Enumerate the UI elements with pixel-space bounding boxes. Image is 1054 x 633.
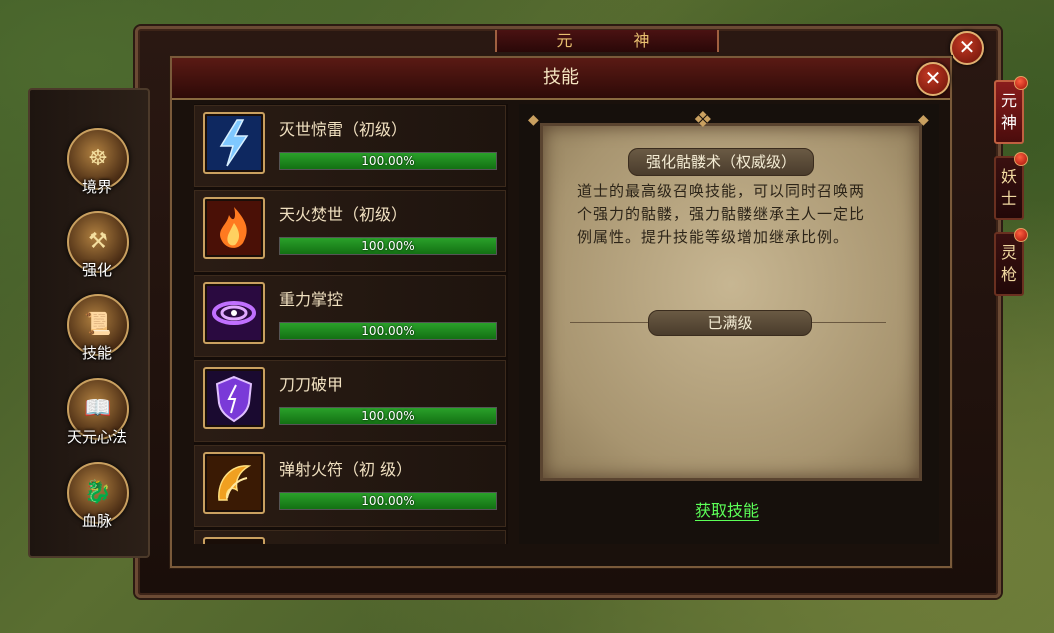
- nav-tab-label: 境界: [81, 178, 112, 196]
- nav-tab-realm[interactable]: ☸ 境界: [55, 122, 139, 204]
- outer-close-button[interactable]: ✕: [950, 31, 984, 65]
- skill-icon-partial: [203, 537, 265, 544]
- skill-item[interactable]: 天火焚世（初级） 100.00%: [194, 190, 506, 272]
- side-tab-label: 妖士: [1000, 167, 1017, 208]
- side-tab-label: 元神: [1000, 91, 1017, 132]
- skills-close-button[interactable]: ✕: [916, 62, 950, 96]
- skill-name: 弹射火符（初 级）: [279, 460, 413, 479]
- lightning-icon: [203, 112, 265, 174]
- nav-tab-heart-method[interactable]: 📖 天元心法: [55, 372, 139, 454]
- skill-item[interactable]: 灭世惊雷（初级） 100.00%: [194, 105, 506, 187]
- notification-dot-icon: [1014, 76, 1028, 90]
- nav-tab-label: 技能: [81, 344, 112, 362]
- skill-progress-text: 100.00%: [361, 409, 415, 423]
- skill-list[interactable]: 灭世惊雷（初级） 100.00% 天火焚世（初级） 100.00% 重力掌控 1…: [194, 104, 508, 544]
- notification-dot-icon: [1014, 152, 1028, 166]
- skill-name: 灭世惊雷（初级）: [279, 120, 408, 139]
- skill-detail-title: 强化骷髅术（权威级）: [628, 148, 814, 176]
- nav-tab-label: 强化: [81, 261, 112, 279]
- nav-tab-skills[interactable]: 📜 技能: [55, 288, 139, 370]
- skill-name: 天火焚世（初级）: [279, 205, 408, 224]
- ornament-icon: ◆: [528, 112, 539, 128]
- skill-name: 重力掌控: [279, 290, 344, 309]
- ornament-icon: ❖: [693, 108, 713, 133]
- acquire-skill-link[interactable]: 获取技能: [662, 497, 792, 521]
- skill-progress-bar: 100.00%: [279, 492, 497, 510]
- notification-dot-icon: [1014, 228, 1028, 242]
- nav-tab-bloodline[interactable]: 🐉 血脉: [55, 456, 139, 538]
- skill-detail-parchment: [540, 123, 922, 481]
- nav-tab-label: 天元心法: [66, 428, 127, 446]
- fire-icon: [203, 197, 265, 259]
- side-tab-yuanshen[interactable]: 元神: [994, 76, 1028, 144]
- skill-name: 刀刀破甲: [279, 375, 344, 394]
- skill-progress-bar: 100.00%: [279, 237, 497, 255]
- nav-tab-label: 血脉: [81, 512, 112, 530]
- ornament-icon: ◆: [918, 112, 929, 128]
- skill-progress-text: 100.00%: [361, 494, 415, 508]
- side-tab-lingqiang[interactable]: 灵枪: [994, 228, 1028, 296]
- skills-panel-title: 技能: [543, 67, 579, 88]
- vortex-icon: [203, 282, 265, 344]
- skill-progress-text: 100.00%: [361, 154, 415, 168]
- max-level-status: 已满级: [648, 310, 812, 336]
- skill-progress-bar: 100.00%: [279, 152, 497, 170]
- side-tab-yaoshi[interactable]: 妖士: [994, 152, 1028, 220]
- skill-progress-bar: 100.00%: [279, 407, 497, 425]
- side-tab-label: 灵枪: [1000, 243, 1017, 284]
- outer-window-title: 元 神: [495, 30, 719, 52]
- skill-progress-text: 100.00%: [361, 324, 415, 338]
- nav-tab-enhance[interactable]: ⚒ 强化: [55, 205, 139, 287]
- close-icon: ✕: [958, 35, 976, 59]
- skill-progress-bar: 100.00%: [279, 322, 497, 340]
- skill-item[interactable]: 刀刀破甲 100.00%: [194, 360, 506, 442]
- skill-item-partial[interactable]: [194, 530, 506, 544]
- skill-item[interactable]: 重力掌控 100.00%: [194, 275, 506, 357]
- skill-description: 道士的最高级召唤技能，可以同时召唤两个强力的骷髅，强力骷髅继承主人一定比例属性。…: [577, 182, 866, 246]
- shield-icon: [203, 367, 265, 429]
- skill-progress-text: 100.00%: [361, 239, 415, 253]
- close-icon: ✕: [924, 66, 942, 90]
- fire-talisman-icon: [203, 452, 265, 514]
- skill-item[interactable]: 弹射火符（初 级） 100.00%: [194, 445, 506, 527]
